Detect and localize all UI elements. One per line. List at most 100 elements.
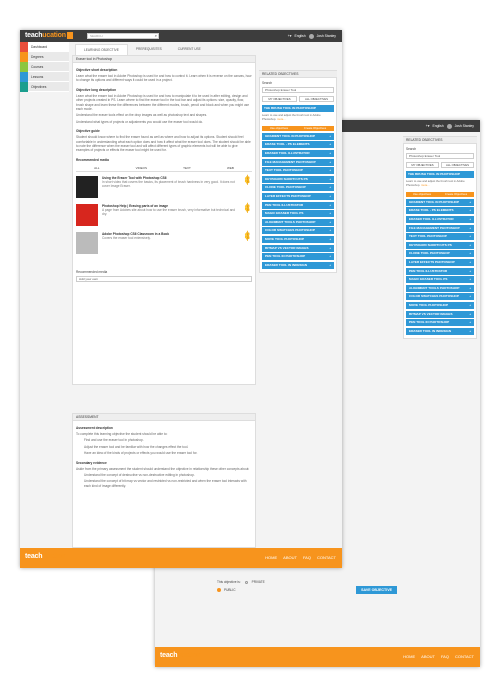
create-objectives-filter[interactable]: Create Objectives xyxy=(445,192,467,197)
highlight-objective[interactable]: THE BRUSH TOOL IN PHOTOSHOP xyxy=(262,105,334,112)
related-objective-item[interactable]: LAYER EFFECTS PHOTOSHOP xyxy=(406,258,474,266)
footer-contact-link[interactable]: CONTACT xyxy=(455,654,474,659)
related-objective-item[interactable]: KEYBOARD SHORTCUTS PS xyxy=(262,175,334,183)
sidebar-item-courses[interactable]: Courses xyxy=(20,62,69,72)
language-selector[interactable]: English xyxy=(294,33,305,39)
back-related-list: GRADIENT TOOL IN PHOTOSHOPERASE TOOL - P… xyxy=(406,198,474,335)
user-name[interactable]: Josh Stanley xyxy=(317,33,336,39)
related-objective-item[interactable]: GRADIENT TOOL IN PHOTOSHOP xyxy=(262,132,334,140)
related-objective-item[interactable]: TEXT TOOL PHOTOSHOP xyxy=(262,167,334,175)
related-objective-item[interactable]: COLOR SWATCHES PHOTOSHOP xyxy=(262,227,334,235)
add-media-input[interactable]: Add your own xyxy=(76,275,252,282)
language-selector[interactable]: English xyxy=(432,123,443,129)
footer-faq-link[interactable]: FAQ xyxy=(441,654,449,659)
sidebar-item-degrees[interactable]: Degrees xyxy=(20,52,69,62)
sidebar-item-label: Lessons xyxy=(31,75,44,79)
related-objective-item[interactable]: MOVE TOOL PHOTOSHOP xyxy=(406,301,474,309)
media-item[interactable]: Using the Eraser Tool with Photoshop CS6… xyxy=(76,175,252,200)
related-objective-item[interactable]: BITMAP VS VECTOR IMAGES xyxy=(262,244,334,252)
thumbs-icon[interactable]: 👍 👎 xyxy=(244,231,252,256)
related-objective-item[interactable]: BITMAP VS VECTOR IMAGES xyxy=(406,310,474,318)
related-objective-item[interactable]: ALIGNMENT TOOLS PHOTOSHOP xyxy=(262,218,334,226)
filter-videos[interactable]: VIDEOS xyxy=(136,166,147,171)
media-item[interactable]: Photoshop Help | Erasing parts of an ima… xyxy=(76,203,252,228)
adobe-thumbnail[interactable] xyxy=(76,203,98,226)
my-objectives-toggle[interactable]: MY OBJECTIVES xyxy=(262,96,297,102)
related-objective-item[interactable]: MAGIC ERASER TOOL PS xyxy=(406,276,474,284)
search-icon[interactable]: ⌕ xyxy=(155,34,157,38)
related-objective-item[interactable]: CLONE TOOL PHOTOSHOP xyxy=(262,184,334,192)
filter-text[interactable]: TEXT xyxy=(183,166,191,171)
footer: teachucation HOME ABOUT FAQ CONTACT xyxy=(155,647,480,667)
footer-home-link[interactable]: HOME xyxy=(265,555,277,560)
related-objective-item[interactable]: KEYBOARD SHORTCUTS PS xyxy=(406,241,474,249)
sidebar-item-objectives[interactable]: Objectives xyxy=(20,82,69,92)
related-search-input[interactable]: Photoshop Eraser Tool xyxy=(262,87,334,93)
public-radio[interactable] xyxy=(217,588,221,592)
media-item[interactable]: Adobe Photoshop CS6 Classroom in a Book C… xyxy=(76,231,252,256)
related-objective-item[interactable]: LAYER EFFECTS PHOTOSHOP xyxy=(262,192,334,200)
related-objective-item[interactable]: ERASER TOOL ILLUSTRATOR xyxy=(262,149,334,157)
create-objectives-filter[interactable]: Create Objectives xyxy=(304,126,326,131)
header-logo[interactable]: teachucation xyxy=(25,32,73,39)
sidebar-item-lessons[interactable]: Lessons xyxy=(20,72,69,82)
footer-logo[interactable]: teachucation xyxy=(25,553,73,560)
related-objective-item[interactable]: ERASE TOOL - PS ELEMENTS xyxy=(262,141,334,149)
all-objectives-toggle[interactable]: ALL OBJECTIVES xyxy=(441,162,474,168)
avatar[interactable] xyxy=(446,123,452,129)
footer-faq-link[interactable]: FAQ xyxy=(303,555,311,560)
user-name[interactable]: Josh Stanley xyxy=(455,123,474,129)
related-objective-item[interactable]: GRADIENT TOOL IN PHOTOSHOP xyxy=(406,198,474,206)
add-icon[interactable]: +▾ xyxy=(288,33,292,39)
related-objective-item[interactable]: PEN TOOL IN PHOTOSHOP xyxy=(262,253,334,261)
use-objectives-filter[interactable]: Use objectives xyxy=(413,192,431,197)
thumbs-icon[interactable]: 👍 👎 xyxy=(244,175,252,200)
footer-logo[interactable]: teachucation xyxy=(160,652,208,659)
related-objective-item[interactable]: PEN TOOL ILLUSTRATOR xyxy=(406,267,474,275)
footer-about-link[interactable]: ABOUT xyxy=(283,555,297,560)
search-label: Search xyxy=(406,147,417,151)
sidebar-color-icon xyxy=(20,82,28,92)
my-objectives-toggle[interactable]: MY OBJECTIVES xyxy=(406,162,439,168)
search-input[interactable]: SEARCH ⌕ xyxy=(87,33,159,39)
related-objective-item[interactable]: COLOR SWATCHES PHOTOSHOP xyxy=(406,293,474,301)
related-objective-item[interactable]: TEXT TOOL PHOTOSHOP xyxy=(406,233,474,241)
video-thumbnail[interactable] xyxy=(76,175,98,198)
filter-web[interactable]: WEB xyxy=(227,166,234,171)
related-objective-item[interactable]: MAGIC ERASER TOOL PS xyxy=(262,210,334,218)
long-desc-2: Understand the eraser tools effect on th… xyxy=(76,113,208,118)
related-objective-item[interactable]: FILE MANAGEMENT PHOTOSHOP xyxy=(406,224,474,232)
related-objective-item[interactable]: PEN TOOL IN PHOTOSHOP xyxy=(406,319,474,327)
tab-current-use[interactable]: CURRENT USE xyxy=(169,44,209,55)
sidebar-item-dashboard[interactable]: Dashboard xyxy=(20,42,69,52)
related-search-input[interactable]: Photoshop Eraser Tool xyxy=(406,153,474,159)
thumbs-icon[interactable]: 👍 👎 xyxy=(244,203,252,228)
save-objective-button[interactable]: SAVE OBJECTIVE xyxy=(356,586,397,594)
related-objective-item[interactable]: FILE MANAGEMENT PHOTOSHOP xyxy=(262,158,334,166)
footer-contact-link[interactable]: CONTACT xyxy=(317,555,336,560)
add-icon[interactable]: +▾ xyxy=(426,123,430,129)
filter-all[interactable]: ALL xyxy=(94,166,99,171)
footer-home-link[interactable]: HOME xyxy=(403,654,415,659)
related-objective-item[interactable]: ERASER TOOL IN INDESIGN xyxy=(406,327,474,335)
short-desc-heading: Objective short description xyxy=(76,68,118,72)
highlight-objective[interactable]: THE BRUSH TOOL IN PHOTOSHOP xyxy=(406,171,474,178)
all-objectives-toggle[interactable]: ALL OBJECTIVES xyxy=(299,96,334,102)
related-objective-item[interactable]: ERASER TOOL ILLUSTRATOR xyxy=(406,215,474,223)
long-desc-1: Learn what the eraser tool in Adobe Phot… xyxy=(76,93,250,112)
private-radio[interactable] xyxy=(244,580,248,584)
use-objectives-filter[interactable]: Use objectives xyxy=(270,126,288,131)
footer-about-link[interactable]: ABOUT xyxy=(421,654,435,659)
related-objective-item[interactable]: ERASE TOOL - PS ELEMENTS xyxy=(406,207,474,215)
more-link[interactable]: more... xyxy=(421,183,430,187)
tab-prerequisites[interactable]: PREREQUISITES xyxy=(127,44,170,55)
tab-learning-objective[interactable]: LEARNING OBJECTIVE xyxy=(75,44,128,55)
book-thumbnail[interactable] xyxy=(76,231,98,254)
related-objective-item[interactable]: ALIGNMENT TOOLS PHOTOSHOP xyxy=(406,284,474,292)
more-link[interactable]: more... xyxy=(277,117,286,121)
related-objective-item[interactable]: ERASER TOOL IN INDESIGN xyxy=(262,261,334,269)
related-objective-item[interactable]: PEN TOOL ILLUSTRATOR xyxy=(262,201,334,209)
related-objective-item[interactable]: MOVE TOOL PHOTOSHOP xyxy=(262,235,334,243)
related-objective-item[interactable]: CLONE TOOL PHOTOSHOP xyxy=(406,250,474,258)
avatar[interactable] xyxy=(308,33,314,39)
